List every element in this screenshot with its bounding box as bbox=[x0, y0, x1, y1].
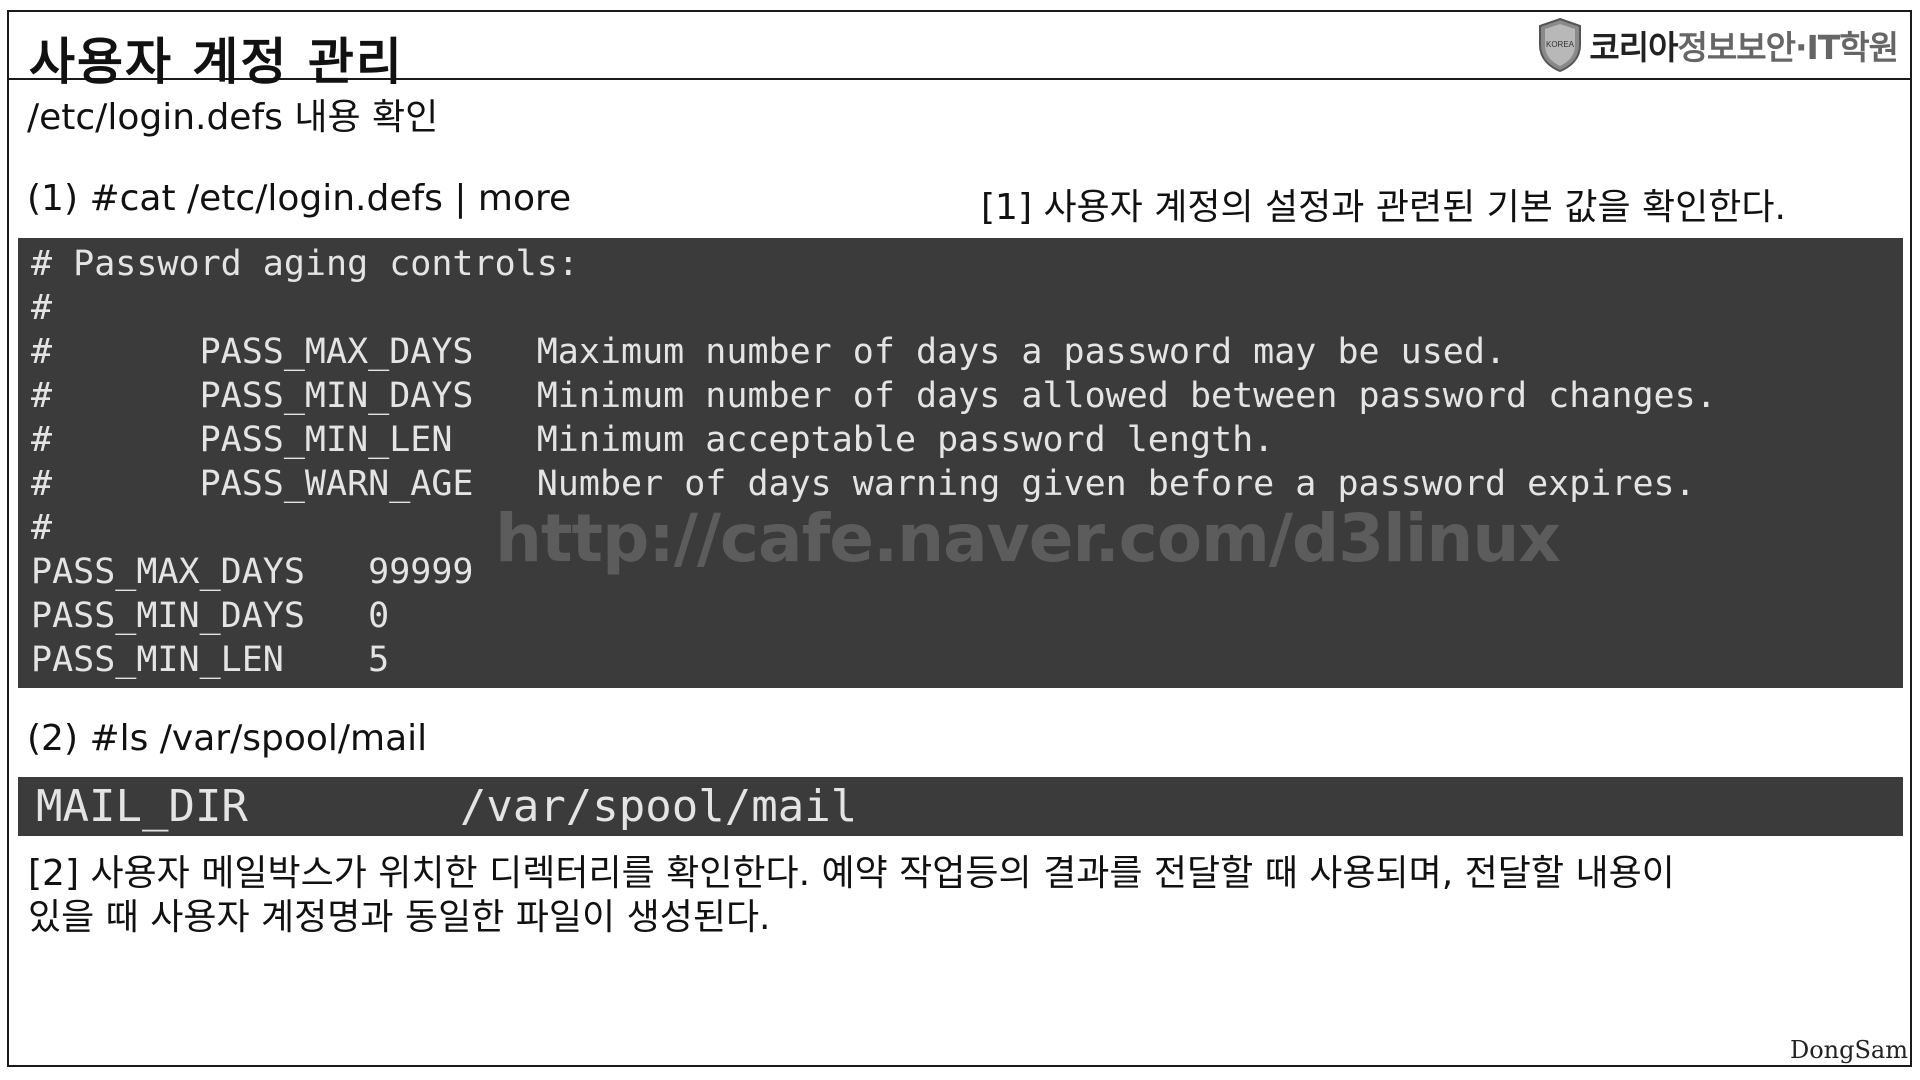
terminal-line: PASS_MAX_DAYS 99999 bbox=[31, 552, 474, 592]
login-defs-terminal: # Password aging controls: # # PASS_MAX_… bbox=[18, 238, 1903, 688]
mail-dir-terminal: MAIL_DIR /var/spool/mail bbox=[18, 777, 1903, 836]
note-line: 있을 때 사용자 계정명과 동일한 파일이 생성된다. bbox=[28, 897, 771, 938]
terminal-line: # bbox=[31, 508, 53, 548]
terminal-line: # PASS_MIN_DAYS Minimum number of days a… bbox=[31, 376, 1717, 416]
author-signature: DongSam bbox=[1789, 1036, 1908, 1064]
watermark: http://cafe.naver.com/d3linux bbox=[495, 500, 1561, 577]
title-bar: 사용자 계정 관리 KOREA 코리아정보보안·IT학원 bbox=[7, 10, 1912, 91]
step1-command: (1) #cat /etc/login.defs | more bbox=[27, 178, 572, 219]
subtitle: /etc/login.defs 내용 확인 bbox=[27, 97, 439, 138]
terminal-line: # PASS_MIN_LEN Minimum acceptable passwo… bbox=[31, 420, 1275, 460]
logo-name-light: 정보보안·IT학원 bbox=[1677, 28, 1899, 67]
logo-name-bold: 코리아 bbox=[1589, 28, 1678, 67]
academy-logo: KOREA 코리아정보보안·IT학원 bbox=[1537, 16, 1899, 74]
note-line: [2] 사용자 메일박스가 위치한 디렉터리를 확인한다. 예약 작업등의 결과… bbox=[28, 853, 1675, 894]
step1-note: [1] 사용자 계정의 설정과 관련된 기본 값을 확인한다. bbox=[981, 187, 1786, 228]
terminal-line: # PASS_MAX_DAYS Maximum number of days a… bbox=[31, 332, 1507, 372]
terminal-line: # bbox=[31, 288, 53, 328]
korea-shield-icon: KOREA bbox=[1539, 17, 1582, 73]
terminal-line: MAIL_DIR /var/spool/mail bbox=[36, 781, 858, 832]
step2-command: (2) #ls /var/spool/mail bbox=[27, 718, 428, 759]
terminal-line: # Password aging controls: bbox=[31, 244, 579, 284]
page-title: 사용자 계정 관리 bbox=[29, 33, 404, 91]
terminal-line: PASS_MIN_DAYS 0 bbox=[31, 596, 390, 636]
logo-badge-text: KOREA bbox=[1546, 40, 1575, 49]
terminal-line: PASS_MIN_LEN 5 bbox=[31, 640, 390, 680]
mail-dir-note: [2] 사용자 메일박스가 위치한 디렉터리를 확인한다. 예약 작업등의 결과… bbox=[28, 852, 1675, 940]
logo-text: 코리아정보보안·IT학원 bbox=[1589, 21, 1899, 69]
